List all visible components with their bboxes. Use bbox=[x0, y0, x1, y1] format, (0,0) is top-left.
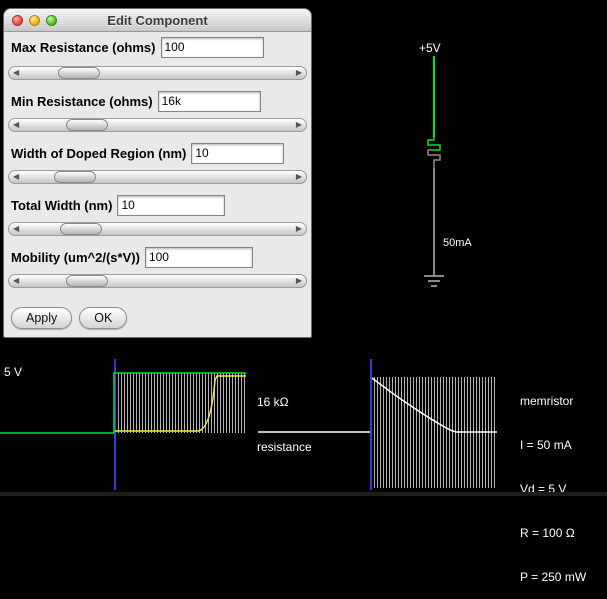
slider-min-resistance[interactable]: ◀ ▶ bbox=[8, 118, 307, 132]
field-row-max-resistance: Max Resistance (ohms) bbox=[11, 36, 264, 58]
slider-track[interactable] bbox=[8, 66, 307, 80]
slider-track[interactable] bbox=[8, 118, 307, 132]
branch-current-label: 50mA bbox=[443, 237, 472, 249]
scope-voltage-label: 5 V bbox=[4, 365, 23, 379]
total-width-input[interactable] bbox=[117, 194, 226, 216]
min-resistance-input[interactable] bbox=[157, 90, 261, 112]
dialog-title: Edit Component bbox=[107, 13, 208, 28]
slider-left-arrow-icon[interactable]: ◀ bbox=[13, 68, 19, 78]
resistance-name-label: resistance bbox=[257, 440, 312, 454]
min-resistance-label: Min Resistance (ohms) bbox=[11, 93, 153, 109]
edit-component-dialog: Edit Component Max Resistance (ohms) ◀ ▶… bbox=[3, 8, 312, 338]
field-row-min-resistance: Min Resistance (ohms) bbox=[11, 90, 261, 112]
slider-right-arrow-icon[interactable]: ▶ bbox=[296, 172, 302, 182]
slider-thumb[interactable] bbox=[58, 67, 100, 79]
dialog-button-row: Apply OK bbox=[11, 307, 128, 329]
max-resistance-input[interactable] bbox=[160, 36, 264, 58]
doped-width-input[interactable] bbox=[191, 142, 285, 164]
slider-track[interactable] bbox=[8, 274, 307, 288]
supply-voltage-label: +5V bbox=[419, 41, 441, 55]
dialog-titlebar[interactable]: Edit Component bbox=[4, 9, 311, 32]
slider-mobility[interactable]: ◀ ▶ bbox=[8, 274, 307, 288]
resistance-value-label: 16 kΩ bbox=[257, 395, 289, 409]
ok-button[interactable]: OK bbox=[79, 307, 128, 329]
slider-right-arrow-icon[interactable]: ▶ bbox=[296, 120, 302, 130]
info-current: I = 50 mA bbox=[520, 438, 572, 452]
slider-thumb[interactable] bbox=[66, 119, 108, 131]
mobility-label: Mobility (um^2/(s*V)) bbox=[11, 249, 140, 265]
slider-track[interactable] bbox=[8, 222, 307, 236]
info-power: P = 250 mW bbox=[520, 570, 587, 584]
apply-button[interactable]: Apply bbox=[11, 307, 73, 329]
current-trace bbox=[115, 375, 246, 432]
slider-right-arrow-icon[interactable]: ▶ bbox=[296, 68, 302, 78]
slider-thumb[interactable] bbox=[66, 275, 108, 287]
voltage-trace bbox=[0, 372, 246, 434]
slider-thumb[interactable] bbox=[54, 171, 96, 183]
info-component-name: memristor bbox=[520, 394, 574, 408]
ground-icon[interactable] bbox=[424, 275, 444, 287]
scope-resistance-label: 16 kΩ resistance bbox=[257, 365, 312, 470]
slider-thumb[interactable] bbox=[60, 223, 102, 235]
field-row-mobility: Mobility (um^2/(s*V)) bbox=[11, 246, 253, 268]
component-info-panel: memristor I = 50 mA Vd = 5 V R = 100 Ω P… bbox=[520, 365, 586, 599]
window-bottom-edge bbox=[0, 492, 607, 496]
field-row-total-width: Total Width (nm) bbox=[11, 194, 226, 216]
mobility-input[interactable] bbox=[144, 246, 253, 268]
slider-left-arrow-icon[interactable]: ◀ bbox=[13, 172, 19, 182]
slider-max-resistance[interactable]: ◀ ▶ bbox=[8, 66, 307, 80]
slider-left-arrow-icon[interactable]: ◀ bbox=[13, 276, 19, 286]
max-resistance-label: Max Resistance (ohms) bbox=[11, 39, 156, 55]
slider-left-arrow-icon[interactable]: ◀ bbox=[13, 120, 19, 130]
slider-left-arrow-icon[interactable]: ◀ bbox=[13, 224, 19, 234]
slider-doped-width[interactable]: ◀ ▶ bbox=[8, 170, 307, 184]
memristor-symbol-undoped[interactable] bbox=[427, 149, 441, 168]
slider-track[interactable] bbox=[8, 170, 307, 184]
doped-width-label: Width of Doped Region (nm) bbox=[11, 145, 187, 161]
resistance-trace-decay bbox=[371, 377, 497, 433]
slider-total-width[interactable]: ◀ ▶ bbox=[8, 222, 307, 236]
slider-right-arrow-icon[interactable]: ▶ bbox=[296, 276, 302, 286]
slider-right-arrow-icon[interactable]: ▶ bbox=[296, 224, 302, 234]
total-width-label: Total Width (nm) bbox=[11, 197, 113, 213]
info-resistance: R = 100 Ω bbox=[520, 526, 575, 540]
memristor-symbol-doped[interactable] bbox=[427, 137, 441, 151]
field-row-doped-width: Width of Doped Region (nm) bbox=[11, 142, 285, 164]
